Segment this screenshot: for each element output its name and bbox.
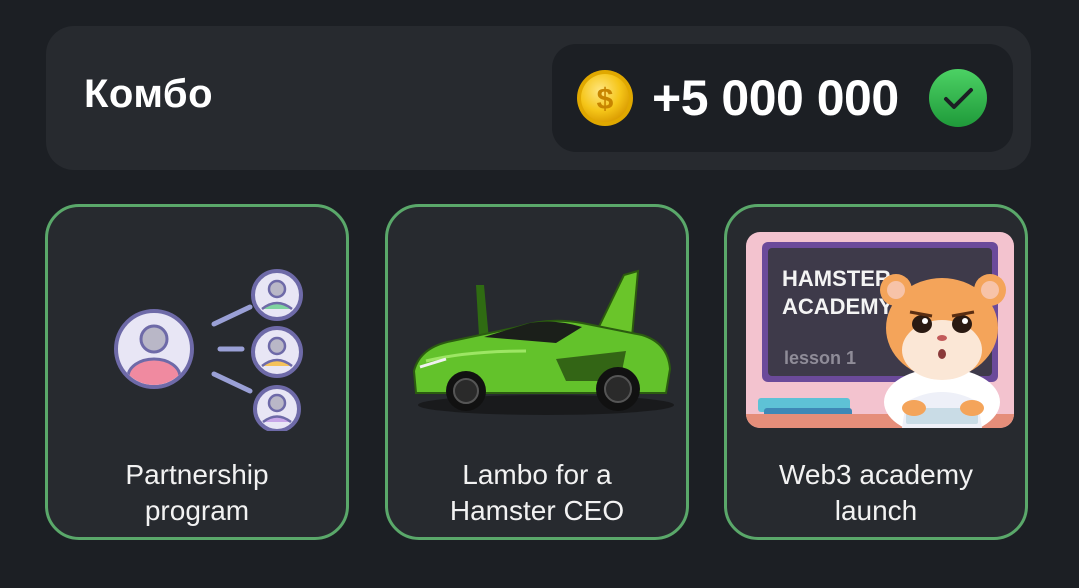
combo-reward-pill: $ +5 000 000 bbox=[552, 44, 1013, 152]
academy-line2: ACADEMY bbox=[782, 294, 894, 319]
combo-title: Комбо bbox=[84, 72, 214, 116]
academy-line3: lesson 1 bbox=[784, 348, 856, 368]
green-lambo-image bbox=[412, 269, 674, 415]
card-label-academy: Web3 academy launch bbox=[778, 459, 974, 526]
hamster-academy-image: HAMSTER ACADEMY lesson 1 bbox=[746, 232, 1014, 428]
combo-reward-amount: +5 000 000 bbox=[652, 70, 899, 126]
combo-card-partnership[interactable]: Partnership program bbox=[45, 204, 349, 540]
coin-icon: $ bbox=[577, 70, 633, 126]
card-label-lambo: Lambo for a Hamster CEO bbox=[449, 459, 625, 526]
academy-line1: HAMSTER bbox=[782, 266, 891, 291]
card-label-partnership: Partnership program bbox=[125, 459, 269, 526]
combo-card-academy[interactable]: HAMSTER ACADEMY lesson 1 Web3 academy la… bbox=[724, 204, 1028, 540]
combo-card-lambo[interactable]: Lambo for a Hamster CEO bbox=[385, 204, 689, 540]
svg-text:$: $ bbox=[597, 83, 614, 116]
partnership-network-icon bbox=[114, 269, 303, 431]
checkmark-icon bbox=[929, 69, 987, 127]
combo-header: Комбо $ +5 000 000 bbox=[46, 26, 1031, 170]
